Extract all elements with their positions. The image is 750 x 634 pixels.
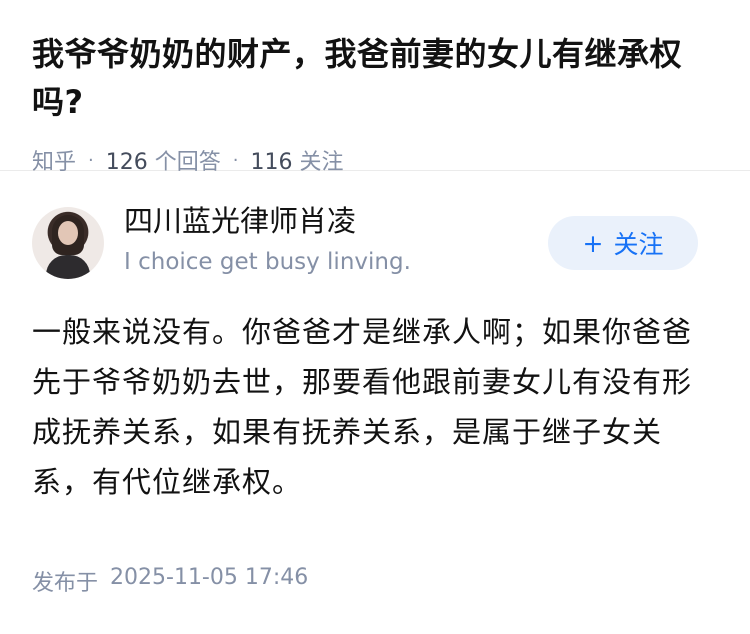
author-name[interactable]: 四川蓝光律师肖凌	[124, 201, 411, 241]
follow-button-label: 关注	[613, 230, 664, 259]
author-bio: I choice get busy linving.	[124, 249, 411, 275]
author-info: 四川蓝光律师肖凌 I choice get busy linving.	[124, 201, 411, 279]
published-time: 2025-11-05 17:46	[110, 565, 309, 590]
question-title[interactable]: 我爷爷奶奶的财产，我爸前妻的女儿有继承权吗?	[32, 30, 718, 126]
meta-separator: ·	[232, 149, 239, 171]
answer-body: 一般来说没有。你爸爸才是继承人啊；如果你爸爸先于爷爷奶奶去世，那要看他跟前妻女儿…	[0, 307, 750, 507]
meta-separator: ·	[88, 149, 94, 171]
answer-content: 一般来说没有。你爸爸才是继承人啊；如果你爸爸先于爷爷奶奶去世，那要看他跟前妻女儿…	[32, 315, 693, 499]
published-label: 发布于	[32, 571, 99, 596]
author-card: 四川蓝光律师肖凌 I choice get busy linving. + 关注	[0, 171, 750, 305]
publish-info: 发布于 2025-11-05 17:46	[32, 565, 308, 597]
follow-button[interactable]: + 关注	[548, 216, 698, 270]
avatar[interactable]	[32, 207, 104, 279]
question-header: 我爷爷奶奶的财产，我爸前妻的女儿有继承权吗? 知乎 · 126 个回答 · 11…	[0, 0, 750, 175]
avatar-body	[46, 255, 90, 279]
avatar-face	[58, 221, 78, 245]
plus-icon: +	[582, 228, 604, 258]
